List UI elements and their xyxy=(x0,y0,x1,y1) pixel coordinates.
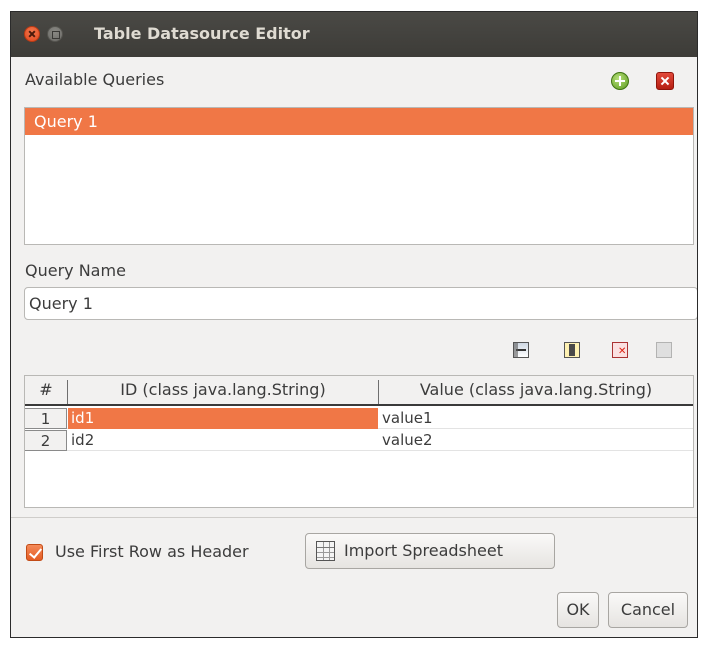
column-header-value[interactable]: Value (class java.lang.String) xyxy=(379,376,693,404)
remove-query-icon[interactable] xyxy=(656,72,674,90)
add-column-icon[interactable] xyxy=(564,342,580,358)
value-cell[interactable]: value1 xyxy=(379,408,693,429)
table-row[interactable]: 1 id1 value1 xyxy=(25,408,693,429)
table-datasource-editor-window: Table Datasource Editor Available Querie… xyxy=(10,11,698,638)
id-cell[interactable]: id1 xyxy=(68,408,378,429)
value-cell[interactable]: value2 xyxy=(379,430,693,451)
divider xyxy=(11,517,697,518)
query-name-input[interactable]: Query 1 xyxy=(24,287,697,320)
add-row-icon[interactable] xyxy=(513,342,529,358)
title-bar: Table Datasource Editor xyxy=(11,12,697,57)
row-number-cell[interactable]: 1 xyxy=(25,408,67,429)
use-first-row-label[interactable]: Use First Row as Header xyxy=(55,542,249,561)
add-query-icon[interactable] xyxy=(611,72,629,90)
window-title: Table Datasource Editor xyxy=(94,24,310,43)
use-first-row-checkbox[interactable] xyxy=(26,544,43,561)
cancel-button[interactable]: Cancel xyxy=(608,592,688,628)
column-header-number[interactable]: # xyxy=(25,376,67,404)
id-cell[interactable]: id2 xyxy=(68,430,378,451)
close-window-icon[interactable] xyxy=(24,26,40,42)
data-table[interactable]: # ID (class java.lang.String) Value (cla… xyxy=(24,375,694,508)
available-queries-list[interactable]: Query 1 xyxy=(24,107,694,245)
import-spreadsheet-label: Import Spreadsheet xyxy=(344,541,503,560)
table-header: # ID (class java.lang.String) Value (cla… xyxy=(25,376,693,406)
table-row[interactable]: 2 id2 value2 xyxy=(25,430,693,451)
spreadsheet-icon xyxy=(316,541,335,561)
remove-row-icon[interactable] xyxy=(612,342,628,358)
query-name-label: Query Name xyxy=(25,261,126,280)
row-number-cell[interactable]: 2 xyxy=(25,430,67,451)
column-header-id[interactable]: ID (class java.lang.String) xyxy=(68,376,378,404)
remove-column-icon xyxy=(656,342,672,358)
maximize-window-icon[interactable] xyxy=(47,26,63,42)
ok-button[interactable]: OK xyxy=(557,592,599,628)
available-queries-label: Available Queries xyxy=(25,70,165,89)
query-list-item[interactable]: Query 1 xyxy=(25,108,693,135)
import-spreadsheet-button[interactable]: Import Spreadsheet xyxy=(305,533,555,569)
